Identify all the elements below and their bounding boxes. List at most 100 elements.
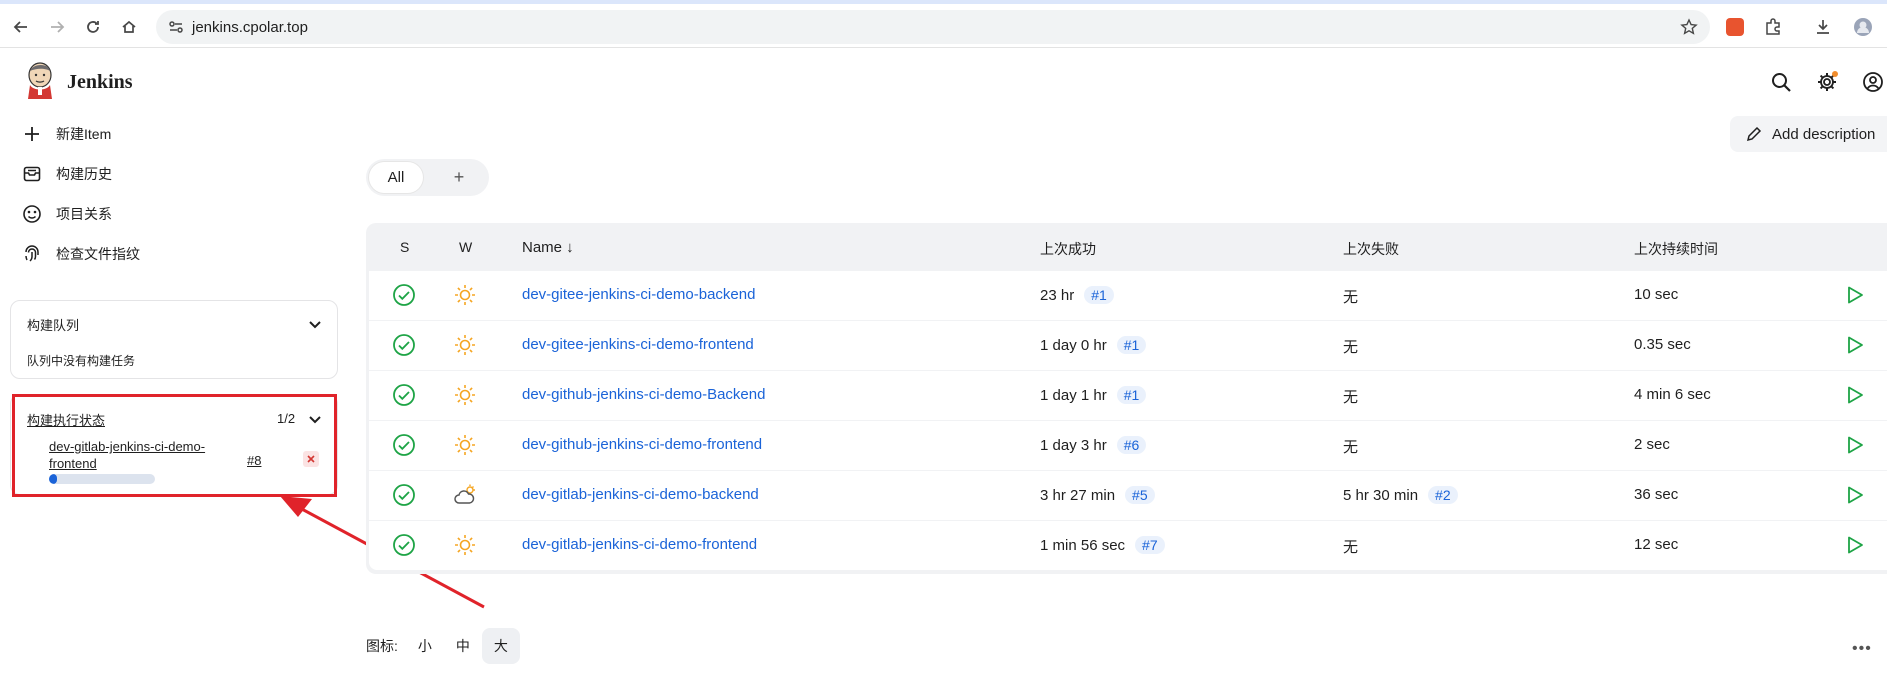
last-success-cell: 1 day 3 hr #6: [1040, 436, 1147, 454]
home-icon[interactable]: [118, 16, 140, 38]
app-title[interactable]: Jenkins: [67, 71, 133, 94]
last-failure-cell: 5 hr 30 min #2: [1343, 486, 1458, 504]
last-success-cell: 1 day 1 hr #1: [1040, 386, 1147, 404]
weather-sunny-icon: [455, 435, 475, 455]
sidebar-item-new-item[interactable]: 新建Item: [22, 118, 282, 150]
last-failure-cell: 无: [1343, 386, 1358, 407]
weather-sunny-icon: [455, 285, 475, 305]
tab-all[interactable]: All: [369, 162, 423, 193]
table-row: dev-gitee-jenkins-ci-demo-frontend 1 day…: [369, 321, 1887, 370]
icon-size-large-button[interactable]: 大: [481, 628, 520, 664]
download-icon[interactable]: [1812, 16, 1834, 38]
jobs-table: S W Name ↓ 上次成功 上次失败 上次持续时间 dev-gitee-je…: [366, 223, 1887, 574]
schedule-build-play-icon[interactable]: [1843, 334, 1865, 356]
last-success-time: 1 min 56 sec: [1040, 537, 1126, 554]
job-name-link[interactable]: dev-gitlab-jenkins-ci-demo-frontend: [522, 536, 757, 553]
icon-size-medium-button[interactable]: 中: [444, 628, 482, 664]
last-success-time: 3 hr 27 min: [1040, 487, 1116, 504]
job-name-link[interactable]: dev-github-jenkins-ci-demo-frontend: [522, 436, 762, 453]
schedule-build-play-icon[interactable]: [1843, 534, 1865, 556]
url-text[interactable]: jenkins.cpolar.top: [192, 19, 308, 36]
forward-icon[interactable]: [46, 16, 68, 38]
sidebar-item-build-history[interactable]: 构建历史: [22, 158, 282, 190]
column-header-last-duration[interactable]: 上次持续时间: [1634, 239, 1718, 259]
user-account-icon[interactable]: [1862, 71, 1884, 93]
site-settings-icon[interactable]: [168, 19, 184, 35]
column-header-weather[interactable]: W: [459, 239, 472, 255]
last-success-build-link[interactable]: #1: [1084, 286, 1114, 304]
jenkins-header: Jenkins: [0, 49, 1887, 115]
last-failure-build-link[interactable]: #2: [1428, 486, 1458, 504]
status-success-icon: [393, 334, 415, 356]
last-failure-cell: 无: [1343, 436, 1358, 457]
back-icon[interactable]: [10, 16, 32, 38]
column-header-status[interactable]: S: [400, 239, 409, 255]
icon-size-selector: 图标: 小 中 大: [366, 628, 520, 664]
sidebar-item-label: 新建Item: [56, 126, 112, 142]
sidebar-item-label: 项目关系: [56, 206, 112, 222]
plus-icon: [25, 127, 39, 141]
add-description-label: Add description: [1772, 125, 1876, 143]
schedule-build-play-icon[interactable]: [1843, 484, 1865, 506]
extensions-puzzle-icon[interactable]: [1762, 16, 1784, 38]
address-bar[interactable]: jenkins.cpolar.top: [156, 10, 1710, 44]
last-success-cell: 1 day 0 hr #1: [1040, 336, 1147, 354]
schedule-build-play-icon[interactable]: [1843, 284, 1865, 306]
sidebar-item-label: 构建历史: [56, 166, 112, 182]
sidebar-item-project-relationship[interactable]: 项目关系: [22, 198, 282, 230]
build-queue-empty-text: 队列中没有构建任务: [27, 354, 136, 368]
build-queue-title[interactable]: 构建队列: [27, 315, 79, 334]
last-duration-cell: 12 sec: [1634, 536, 1679, 553]
last-duration-cell: 10 sec: [1634, 286, 1679, 303]
last-success-time: 1 day 0 hr: [1040, 337, 1107, 354]
last-success-build-link[interactable]: #6: [1116, 436, 1147, 454]
search-icon[interactable]: [1770, 71, 1792, 93]
last-success-build-link[interactable]: #1: [1116, 336, 1147, 354]
icon-size-small-button[interactable]: 小: [406, 628, 444, 664]
weather-sunny-icon: [455, 385, 475, 405]
last-failure-time: 无: [1343, 289, 1359, 306]
status-success-icon: [393, 384, 415, 406]
last-success-time: 23 hr: [1040, 287, 1075, 304]
last-success-build-link[interactable]: #5: [1125, 486, 1155, 504]
job-name-link[interactable]: dev-github-jenkins-ci-demo-Backend: [522, 386, 765, 403]
reload-icon[interactable]: [82, 16, 104, 38]
schedule-build-play-icon[interactable]: [1843, 434, 1865, 456]
fingerprint-icon: [25, 245, 39, 262]
add-description-button[interactable]: Add description: [1730, 116, 1887, 152]
last-failure-cell: 无: [1343, 336, 1358, 357]
more-options-icon[interactable]: •••: [1852, 640, 1872, 658]
jenkins-logo-icon[interactable]: [24, 61, 56, 99]
last-failure-time: 无: [1343, 439, 1359, 456]
icon-size-label: 图标:: [366, 638, 398, 654]
last-success-time: 1 day 3 hr: [1040, 437, 1107, 454]
last-success-cell: 23 hr #1: [1040, 286, 1114, 304]
job-name-link[interactable]: dev-gitlab-jenkins-ci-demo-backend: [522, 486, 759, 503]
last-failure-time: 无: [1343, 539, 1359, 556]
last-failure-time: 无: [1343, 389, 1359, 406]
column-header-name[interactable]: Name ↓: [522, 239, 574, 256]
weather-sunny-icon: [455, 335, 475, 355]
last-success-build-link[interactable]: #1: [1116, 386, 1147, 404]
job-name-link[interactable]: dev-gitee-jenkins-ci-demo-backend: [522, 286, 755, 303]
last-duration-cell: 0.35 sec: [1634, 336, 1691, 353]
job-name-link[interactable]: dev-gitee-jenkins-ci-demo-frontend: [522, 336, 754, 353]
add-view-button[interactable]: +: [444, 162, 474, 193]
column-header-last-success[interactable]: 上次成功: [1040, 239, 1096, 259]
bookmark-star-icon[interactable]: [1680, 18, 1698, 36]
last-success-cell: 3 hr 27 min #5: [1040, 486, 1155, 504]
history-icon: [23, 166, 41, 182]
last-failure-time: 无: [1343, 339, 1359, 356]
build-queue-panel: 构建队列 队列中没有构建任务: [10, 300, 338, 379]
manage-jenkins-gear-icon[interactable]: [1816, 71, 1838, 93]
browser-profile-avatar[interactable]: [1852, 16, 1874, 38]
chevron-down-icon[interactable]: [308, 317, 322, 331]
sidebar-item-fingerprint[interactable]: 检查文件指纹: [22, 238, 282, 270]
last-success-build-link[interactable]: #7: [1135, 536, 1165, 554]
status-success-icon: [393, 484, 415, 506]
schedule-build-play-icon[interactable]: [1843, 384, 1865, 406]
extension-icon[interactable]: [1726, 18, 1744, 36]
column-header-last-failure[interactable]: 上次失败: [1343, 239, 1399, 259]
annotation-highlight-box: [12, 394, 337, 497]
weather-cloudy-icon: [454, 484, 475, 504]
